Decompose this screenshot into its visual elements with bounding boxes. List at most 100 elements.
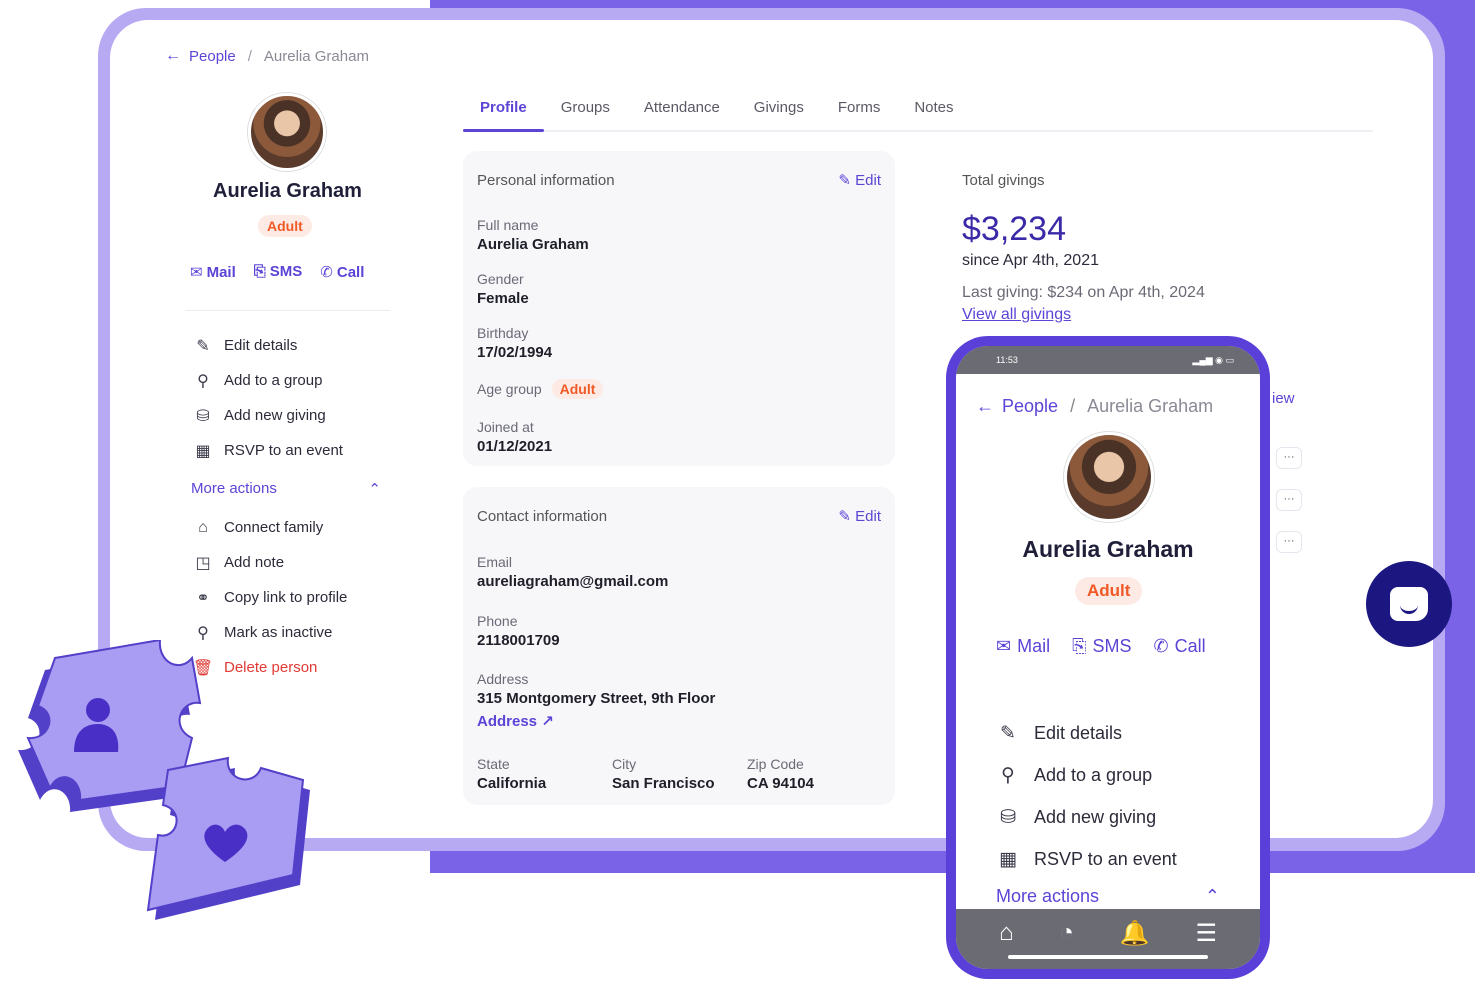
edit-label: Edit xyxy=(855,172,881,189)
breadcrumb-current: Aurelia Graham xyxy=(1087,396,1214,416)
add-note-action[interactable]: ◳ Add note xyxy=(192,545,347,580)
clock-icon[interactable]: ◔ xyxy=(1059,919,1074,947)
action-label: Edit details xyxy=(224,337,298,354)
edit-personal-button[interactable]: ✎ Edit xyxy=(838,171,881,189)
contact-info-card: Contact information ✎ Edit Email aurelia… xyxy=(463,487,895,805)
status-time: 11:53 xyxy=(996,355,1018,365)
menu-icon[interactable]: ☰ xyxy=(1196,919,1218,948)
add-to-group-action[interactable]: ⚲ Add to a group xyxy=(996,754,1177,796)
more-actions-toggle[interactable]: More actions ⌃ xyxy=(191,480,381,498)
field-label: State xyxy=(477,756,510,772)
pencil-icon: ✎ xyxy=(838,508,851,525)
chat-button[interactable] xyxy=(1366,561,1452,647)
peek-view-link[interactable]: iew xyxy=(1272,390,1295,407)
view-all-givings-link[interactable]: View all givings xyxy=(962,306,1071,324)
back-arrow-icon[interactable]: ← xyxy=(165,47,181,65)
user-plus-icon: ⚲ xyxy=(197,372,209,390)
tab-attendance[interactable]: Attendance xyxy=(627,90,737,130)
home-icon: ⌂ xyxy=(198,518,208,536)
contact-actions: ✉ Mail ⎘ SMS ✆ Call xyxy=(190,263,364,281)
phone-status-bar: 11:53 ▂▄▆ ◉ ▭ xyxy=(956,346,1260,374)
rsvp-event-action[interactable]: ▦ RSVP to an event xyxy=(192,433,343,468)
home-indicator xyxy=(1008,955,1208,959)
phone-icon: ✆ xyxy=(1153,636,1169,656)
field-value: aureliagraham@gmail.com xyxy=(477,573,669,590)
home-icon[interactable]: ⌂ xyxy=(999,919,1014,947)
edit-label: Edit xyxy=(855,508,881,525)
pencil-icon: ✎ xyxy=(196,337,210,355)
breadcrumb-people-link[interactable]: People xyxy=(1002,396,1058,417)
edit-details-action[interactable]: ✎ Edit details xyxy=(996,712,1177,754)
mail-icon: ✉ xyxy=(190,264,203,281)
field-value: Aurelia Graham xyxy=(477,236,589,253)
add-to-group-action[interactable]: ⚲ Add to a group xyxy=(192,363,343,398)
sms-label: SMS xyxy=(269,263,303,280)
breadcrumb: ← People / Aurelia Graham xyxy=(976,396,1213,417)
birthday-field: Birthday 17/02/1994 xyxy=(477,325,552,361)
connect-family-action[interactable]: ⌂ Connect family xyxy=(192,510,347,545)
sms-icon: ⎘ xyxy=(253,263,266,280)
sms-icon: ⎘ xyxy=(1072,636,1087,656)
field-value: 2118001709 xyxy=(477,632,560,649)
action-label: RSVP to an event xyxy=(224,442,343,459)
call-label: Call xyxy=(336,264,365,281)
chat-icon xyxy=(1390,587,1428,621)
calendar-icon: ▦ xyxy=(195,442,211,460)
more-actions-label: More actions xyxy=(996,886,1100,906)
tab-groups[interactable]: Groups xyxy=(544,90,627,130)
action-label: Add to a group xyxy=(1034,764,1153,785)
gender-field: Gender Female xyxy=(477,271,529,307)
add-new-giving-action[interactable]: ⛁ Add new giving xyxy=(192,398,343,433)
field-value: San Francisco xyxy=(612,775,715,792)
sms-button[interactable]: ⎘ SMS xyxy=(254,263,303,281)
card-title: Personal information xyxy=(477,172,615,189)
more-options-icon[interactable]: ··· xyxy=(1276,489,1302,511)
tab-notes[interactable]: Notes xyxy=(897,90,970,130)
copy-link-action[interactable]: ⚭ Copy link to profile xyxy=(192,580,347,615)
mail-icon: ✉ xyxy=(996,636,1012,656)
field-label: Email xyxy=(477,554,513,570)
sms-button[interactable]: ⎘ SMS xyxy=(1072,636,1131,657)
field-label: Address xyxy=(477,671,529,687)
rsvp-event-action[interactable]: ▦ RSVP to an event xyxy=(996,838,1177,880)
tab-forms[interactable]: Forms xyxy=(821,90,898,130)
mail-label: Mail xyxy=(1017,636,1051,656)
tab-profile[interactable]: Profile xyxy=(463,90,544,132)
field-value: California xyxy=(477,775,547,792)
field-value: 01/12/2021 xyxy=(477,438,553,455)
mail-button[interactable]: ✉ Mail xyxy=(190,263,236,281)
status-badge: Adult xyxy=(1075,577,1143,605)
pencil-icon: ✎ xyxy=(838,172,851,189)
address-map-link[interactable]: Address ↗ xyxy=(477,712,715,730)
avatar xyxy=(1064,432,1154,522)
edit-details-action[interactable]: ✎ Edit details xyxy=(192,328,343,363)
pencil-icon: ✎ xyxy=(1000,722,1016,744)
add-new-giving-action[interactable]: ⛁ Add new giving xyxy=(996,796,1177,838)
mail-button[interactable]: ✉ Mail xyxy=(996,636,1050,657)
field-label: Phone xyxy=(477,613,518,629)
action-label: Connect family xyxy=(224,519,324,536)
status-badge: Adult xyxy=(258,215,312,237)
more-options-icon[interactable]: ··· xyxy=(1276,531,1302,553)
calendar-icon: ▦ xyxy=(999,848,1017,870)
breadcrumb-people-link[interactable]: People xyxy=(189,48,236,65)
field-value: 17/02/1994 xyxy=(477,344,553,361)
back-arrow-icon[interactable]: ← xyxy=(976,396,994,417)
joined-field: Joined at 01/12/2021 xyxy=(477,419,552,455)
call-button[interactable]: ✆ Call xyxy=(320,263,364,281)
edit-contact-button[interactable]: ✎ Edit xyxy=(838,507,881,525)
field-label: City xyxy=(612,756,637,772)
personal-info-card: Personal information ✎ Edit Full name Au… xyxy=(463,151,895,466)
age-group-badge: Adult xyxy=(551,379,604,399)
note-icon: ◳ xyxy=(195,554,211,572)
bell-icon[interactable]: 🔔 xyxy=(1120,919,1150,948)
action-label: Add note xyxy=(224,554,285,571)
action-label: Add to a group xyxy=(224,372,323,389)
field-label: Full name xyxy=(477,217,539,233)
phone-bottom-nav: ⌂ ◔ 🔔 ☰ xyxy=(956,909,1260,969)
tab-givings[interactable]: Givings xyxy=(737,90,821,130)
avatar xyxy=(248,93,326,171)
more-actions-toggle[interactable]: More actions ⌃ xyxy=(996,886,1220,907)
call-button[interactable]: ✆ Call xyxy=(1154,636,1206,657)
more-options-icon[interactable]: ··· xyxy=(1276,447,1302,469)
